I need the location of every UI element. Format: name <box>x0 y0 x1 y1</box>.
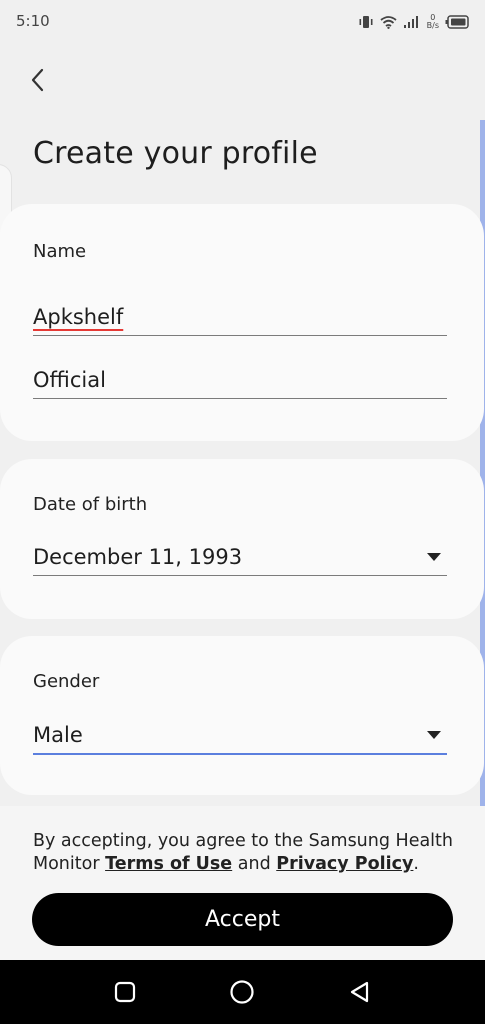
consent-panel: By accepting, you agree to the Samsung H… <box>0 806 485 960</box>
navigation-bar <box>0 960 485 1024</box>
name-card: Name Apkshelf Official <box>0 204 484 441</box>
status-icons: 0 B/s <box>358 12 469 32</box>
last-name-field[interactable]: Official <box>33 358 447 399</box>
back-button[interactable] <box>22 64 54 96</box>
network-speed: 0 B/s <box>427 14 439 30</box>
dob-value: December 11, 1993 <box>33 545 243 569</box>
terms-of-use-link[interactable]: Terms of Use <box>105 854 232 874</box>
dob-dropdown[interactable]: December 11, 1993 <box>33 535 447 576</box>
home-button[interactable] <box>228 978 256 1006</box>
consent-text-middle: and <box>232 854 277 874</box>
dropdown-arrow-icon <box>427 553 441 561</box>
gender-value: Male <box>33 723 83 747</box>
circle-icon <box>230 980 254 1004</box>
consent-text-after: . <box>413 854 419 874</box>
gender-dropdown[interactable]: Male <box>33 713 447 755</box>
vibrate-icon <box>359 16 373 28</box>
accept-button[interactable]: Accept <box>32 893 453 946</box>
name-label: Name <box>33 241 87 262</box>
dob-label: Date of birth <box>33 494 148 515</box>
recent-apps-button[interactable] <box>111 978 139 1006</box>
chevron-left-icon <box>31 68 44 92</box>
gender-card: Gender Male <box>0 636 484 795</box>
first-name-field[interactable]: Apkshelf <box>33 295 447 336</box>
square-icon <box>114 981 136 1003</box>
signal-icon <box>403 16 418 28</box>
last-name-value: Official <box>33 368 106 392</box>
status-bar: 5:10 0 B/s <box>0 0 485 44</box>
net-speed-unit: B/s <box>426 21 439 30</box>
page-title: Create your profile <box>33 136 318 171</box>
status-time: 5:10 <box>16 12 50 30</box>
dob-card: Date of birth December 11, 1993 <box>0 459 484 619</box>
back-nav-button[interactable] <box>346 978 374 1006</box>
dropdown-arrow-icon <box>427 731 441 739</box>
privacy-policy-link[interactable]: Privacy Policy <box>276 854 413 874</box>
gender-label: Gender <box>33 671 100 692</box>
battery-icon <box>445 15 469 29</box>
triangle-back-icon <box>350 981 369 1003</box>
first-name-value: Apkshelf <box>33 305 124 329</box>
consent-text: By accepting, you agree to the Samsung H… <box>33 830 453 876</box>
wifi-icon <box>380 16 397 29</box>
